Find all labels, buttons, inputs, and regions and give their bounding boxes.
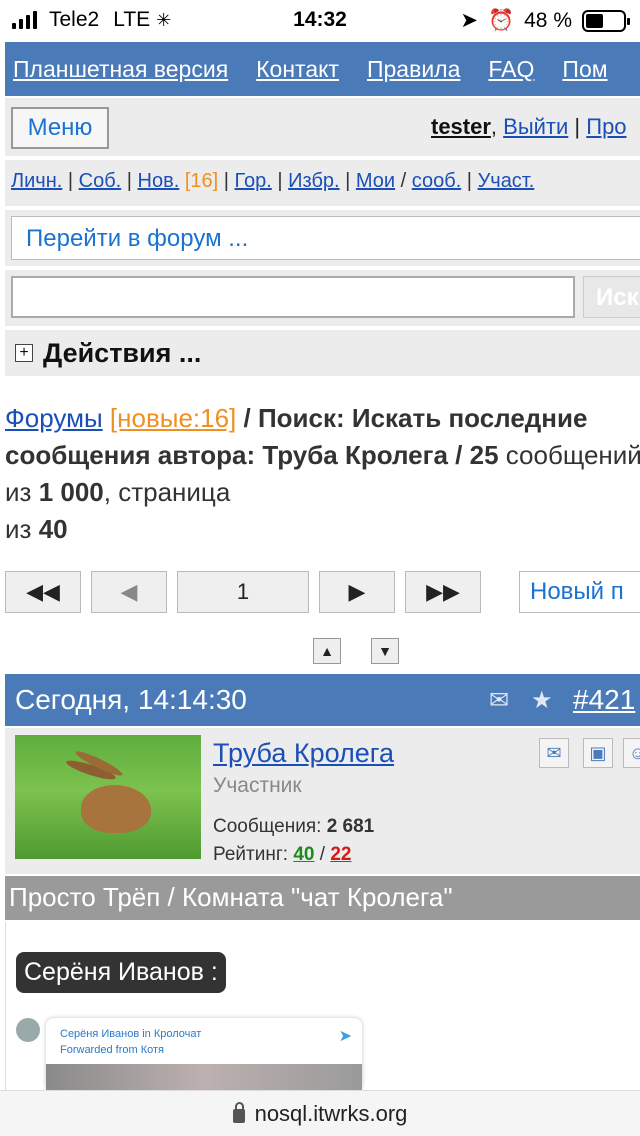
quick-favorites[interactable]: Избр. bbox=[288, 170, 339, 192]
next-page-button[interactable]: ▶ bbox=[319, 571, 395, 613]
top-nav: Планшетная версия Контакт Правила FAQ По… bbox=[5, 42, 640, 96]
contact-card-icon[interactable]: ▣ bbox=[583, 738, 613, 768]
rating-negative[interactable]: 22 bbox=[330, 844, 351, 865]
tg-image bbox=[46, 1064, 362, 1092]
telegram-avatar bbox=[16, 1018, 40, 1042]
breadcrumb: Форумы [новые:16] / Поиск: Искать послед… bbox=[5, 403, 640, 544]
battery-percent: 48 % bbox=[524, 8, 572, 32]
search-input[interactable] bbox=[11, 276, 575, 318]
nav-rules[interactable]: Правила bbox=[367, 56, 460, 83]
actions-toggle[interactable]: + Действия ... bbox=[5, 330, 640, 376]
down-triangle-icon: ▼ bbox=[378, 643, 392, 659]
search-button[interactable]: Иск bbox=[583, 276, 640, 318]
right-arrow-icon: ▶ bbox=[348, 579, 366, 604]
user-icon[interactable]: ☺ bbox=[623, 738, 640, 768]
nav-tablet-version[interactable]: Планшетная версия bbox=[13, 56, 228, 83]
topic-title[interactable]: Просто Трёп / Комната "чат Кролега" bbox=[5, 876, 640, 920]
status-bar: Tele2 LTE ✳ 14:32 ➤ ⏰ 48 % bbox=[0, 0, 640, 40]
post-body: Серёня Иванов : Серёня Иванов in Кролоча… bbox=[5, 922, 640, 1092]
author-messages: Сообщения: 2 681 bbox=[213, 816, 375, 837]
quick-new[interactable]: Нов. bbox=[138, 170, 180, 192]
tg-forwarded: Forwarded from Котя bbox=[60, 1044, 164, 1056]
user-links: tester, Выйти | Про bbox=[431, 114, 627, 139]
star-icon[interactable]: ★ bbox=[531, 686, 553, 715]
page-number-field[interactable]: 1 bbox=[177, 571, 309, 613]
up-triangle-icon: ▲ bbox=[320, 643, 334, 659]
nav-faq[interactable]: FAQ bbox=[488, 56, 534, 83]
tg-sender: Серёня Иванов in Кролочат bbox=[60, 1028, 202, 1040]
scroll-down-button[interactable]: ▼ bbox=[371, 638, 399, 664]
profile-link[interactable]: Про bbox=[586, 114, 626, 139]
expand-icon: + bbox=[15, 344, 33, 362]
alarm-icon: ⏰ bbox=[487, 8, 515, 32]
mail-icon[interactable]: ✉ bbox=[489, 686, 509, 715]
scroll-up-button[interactable]: ▲ bbox=[313, 638, 341, 664]
url-text: nosql.itwrks.org bbox=[254, 1100, 408, 1126]
goto-forum-select[interactable]: Перейти в форум ... bbox=[11, 216, 640, 260]
username-link[interactable]: tester bbox=[431, 114, 491, 139]
send-message-icon[interactable]: ✉ bbox=[539, 738, 569, 768]
prev-page-button[interactable]: ◀ bbox=[91, 571, 167, 613]
quick-events[interactable]: Соб. bbox=[79, 170, 122, 192]
author-name-link[interactable]: Труба Кролега bbox=[213, 738, 394, 769]
actions-label: Действия ... bbox=[43, 337, 202, 368]
last-page-button[interactable]: ▶▶ bbox=[405, 571, 481, 613]
menu-button[interactable]: Меню bbox=[11, 107, 109, 149]
quick-hot[interactable]: Гор. bbox=[235, 170, 272, 192]
goto-forum-bar: Перейти в форум ... bbox=[5, 210, 640, 266]
rating-positive[interactable]: 40 bbox=[293, 844, 314, 865]
battery-icon bbox=[582, 9, 630, 32]
result-total: 1 000 bbox=[38, 477, 104, 507]
post-date: Сегодня, 14:14:30 bbox=[15, 684, 247, 715]
double-left-arrow-icon: ◀◀ bbox=[26, 579, 60, 604]
author-role: Участник bbox=[213, 774, 302, 797]
location-icon: ➤ bbox=[460, 9, 478, 32]
nav-help[interactable]: Пом bbox=[562, 56, 607, 83]
left-arrow-icon: ◀ bbox=[120, 579, 138, 604]
avatar[interactable] bbox=[15, 735, 201, 859]
crumb-forums[interactable]: Форумы bbox=[5, 403, 103, 433]
post-number-link[interactable]: #421 bbox=[573, 684, 635, 716]
quick-links: Личн. | Соб. | Нов. [16] | Гор. | Избр. … bbox=[5, 160, 640, 206]
post-header: Сегодня, 14:14:30 ✉ ★ #421 bbox=[5, 674, 640, 726]
user-bar: Меню tester, Выйти | Про bbox=[5, 98, 640, 156]
crumb-new[interactable]: [новые:16] bbox=[110, 403, 236, 433]
first-page-button[interactable]: ◀◀ bbox=[5, 571, 81, 613]
double-right-arrow-icon: ▶▶ bbox=[426, 579, 460, 604]
logout-link[interactable]: Выйти bbox=[503, 114, 568, 139]
new-post-button[interactable]: Новый п bbox=[519, 571, 640, 613]
quick-members[interactable]: Участ. bbox=[478, 170, 535, 192]
search-bar: Иск bbox=[5, 270, 640, 326]
quick-my-messages[interactable]: сооб. bbox=[412, 170, 461, 192]
address-bar[interactable]: nosql.itwrks.org bbox=[0, 1090, 640, 1136]
quick-new-count[interactable]: [16] bbox=[185, 170, 218, 192]
author-block: Труба Кролега Участник Сообщения: 2 681 … bbox=[5, 728, 640, 874]
quick-personal[interactable]: Личн. bbox=[11, 170, 62, 192]
page-total: 40 bbox=[38, 514, 68, 544]
nav-contact[interactable]: Контакт bbox=[256, 56, 339, 83]
quote-author: Серёня Иванов : bbox=[16, 952, 226, 993]
lock-icon bbox=[232, 1101, 245, 1123]
telegram-icon: ➤ bbox=[338, 1028, 352, 1045]
result-count: 25 bbox=[469, 440, 499, 470]
telegram-screenshot[interactable]: Серёня Иванов in Кролочат Forwarded from… bbox=[46, 1018, 362, 1092]
quick-my[interactable]: Мои bbox=[356, 170, 395, 192]
author-rating: Рейтинг: 40 / 22 bbox=[213, 844, 352, 865]
